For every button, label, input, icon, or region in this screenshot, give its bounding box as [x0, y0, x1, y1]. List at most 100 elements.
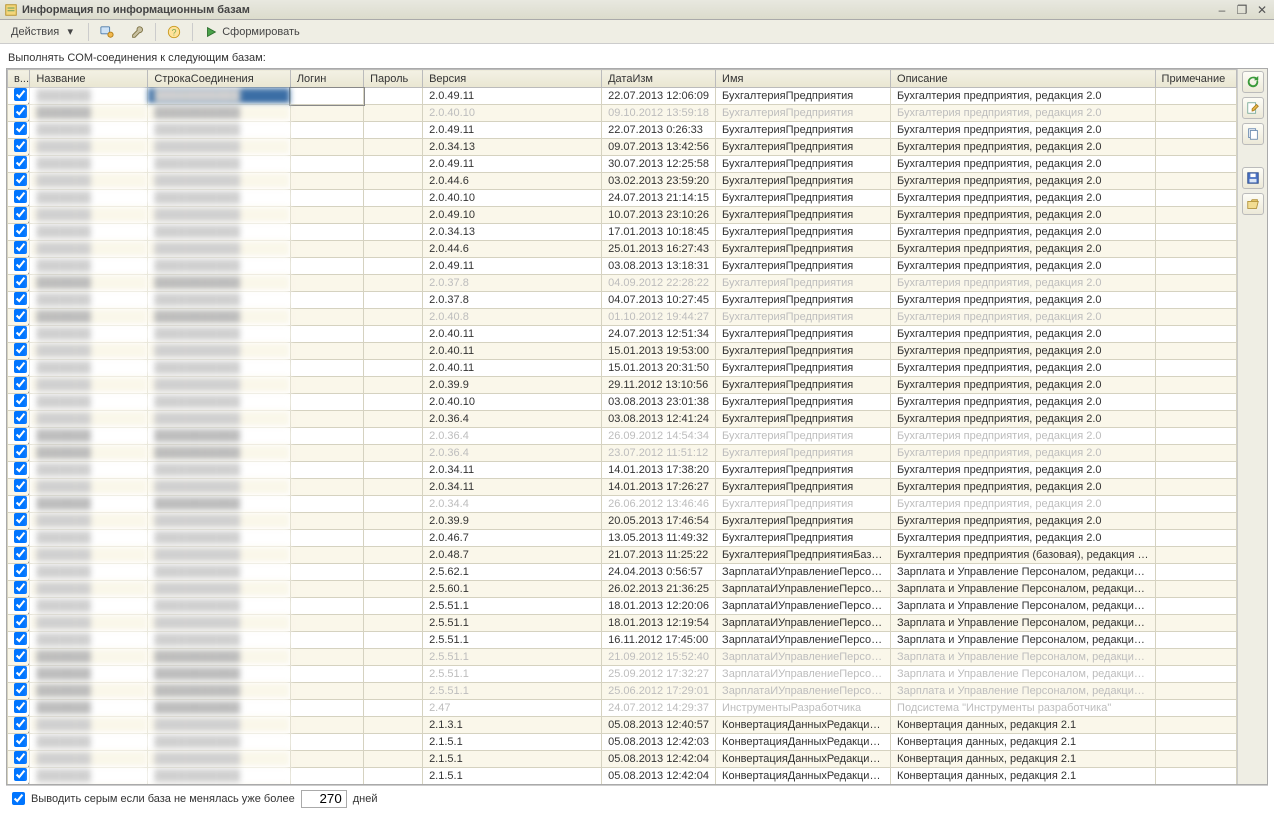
cell-password[interactable]	[364, 309, 423, 326]
cell-date[interactable]: 24.07.2013 21:14:15	[602, 190, 716, 207]
cell-version[interactable]: 2.0.46.7	[423, 530, 602, 547]
actions-menu-button[interactable]: Действия ▾	[4, 22, 84, 42]
cell-description[interactable]: Зарплата и Управление Персоналом, редакц…	[891, 666, 1156, 683]
cell-login[interactable]	[290, 547, 363, 564]
cell-description[interactable]: Бухгалтерия предприятия, редакция 2.0	[891, 275, 1156, 292]
cell-implementation[interactable]: БухгалтерияПредприятия	[716, 445, 891, 462]
cell-connection[interactable]: ███████████	[148, 411, 290, 428]
table-row[interactable]: ██████████████████2.0.40.801.10.2012 19:…	[8, 309, 1237, 326]
cell-password[interactable]	[364, 768, 423, 785]
row-checkbox[interactable]	[14, 632, 27, 645]
cell-date[interactable]: 05.08.2013 12:42:03	[602, 734, 716, 751]
cell-name[interactable]: ███████	[30, 105, 148, 122]
cell-connection[interactable]: ███████████	[148, 462, 290, 479]
cell-version[interactable]: 2.47	[423, 700, 602, 717]
cell-login[interactable]	[290, 496, 363, 513]
cell-version[interactable]: 2.0.40.8	[423, 309, 602, 326]
cell-login[interactable]	[290, 479, 363, 496]
cell-login[interactable]	[290, 649, 363, 666]
row-checkbox[interactable]	[14, 683, 27, 696]
cell-date[interactable]: 26.02.2013 21:36:25	[602, 581, 716, 598]
cell-login[interactable]	[290, 530, 363, 547]
cell-implementation[interactable]: БухгалтерияПредприятия	[716, 343, 891, 360]
cell-connection[interactable]: ███████████	[148, 190, 290, 207]
table-row[interactable]: ██████████████████2.0.40.1009.10.2012 13…	[8, 105, 1237, 122]
row-checkbox-cell[interactable]	[8, 598, 30, 615]
col-date[interactable]: ДатаИзм	[602, 70, 716, 88]
cell-name[interactable]: ███████	[30, 190, 148, 207]
row-checkbox-cell[interactable]	[8, 190, 30, 207]
cell-password[interactable]	[364, 496, 423, 513]
cell-name[interactable]: ███████	[30, 428, 148, 445]
row-checkbox-cell[interactable]	[8, 258, 30, 275]
cell-note[interactable]	[1155, 394, 1236, 411]
dim-threshold-checkbox[interactable]: Выводить серым если база не менялась уже…	[12, 792, 295, 805]
row-checkbox-cell[interactable]	[8, 496, 30, 513]
cell-connection[interactable]: ███████████	[148, 496, 290, 513]
cell-description[interactable]: Бухгалтерия предприятия, редакция 2.0	[891, 479, 1156, 496]
cell-connection[interactable]: ███████████	[148, 258, 290, 275]
tool-icon-2-button[interactable]	[123, 22, 151, 42]
cell-date[interactable]: 22.07.2013 12:06:09	[602, 88, 716, 105]
table-row[interactable]: ██████████████████2.0.40.1124.07.2013 12…	[8, 326, 1237, 343]
cell-login[interactable]	[290, 445, 363, 462]
cell-version[interactable]: 2.0.36.4	[423, 428, 602, 445]
cell-description[interactable]: Бухгалтерия предприятия, редакция 2.0	[891, 428, 1156, 445]
cell-login[interactable]	[290, 462, 363, 479]
cell-login[interactable]	[290, 122, 363, 139]
table-row[interactable]: ██████████████████2.0.49.1103.08.2013 13…	[8, 258, 1237, 275]
col-connection[interactable]: СтрокаСоединения	[148, 70, 290, 88]
cell-implementation[interactable]: БухгалтерияПредприятия	[716, 207, 891, 224]
row-checkbox[interactable]	[14, 411, 27, 424]
table-row[interactable]: ██████████████████2.0.36.426.09.2012 14:…	[8, 428, 1237, 445]
cell-implementation[interactable]: БухгалтерияПредприятия	[716, 224, 891, 241]
cell-date[interactable]: 21.07.2013 11:25:22	[602, 547, 716, 564]
table-row[interactable]: ██████████████████2.4724.07.2012 14:29:3…	[8, 700, 1237, 717]
cell-name[interactable]: ███████	[30, 768, 148, 785]
cell-connection[interactable]: ███████████	[148, 275, 290, 292]
cell-description[interactable]: Конвертация данных, редакция 2.1	[891, 717, 1156, 734]
cell-login[interactable]	[290, 224, 363, 241]
cell-name[interactable]: ███████	[30, 717, 148, 734]
cell-password[interactable]	[364, 326, 423, 343]
cell-note[interactable]	[1155, 207, 1236, 224]
cell-version[interactable]: 2.0.40.10	[423, 394, 602, 411]
table-row[interactable]: ██████████████████2.5.51.116.11.2012 17:…	[8, 632, 1237, 649]
cell-version[interactable]: 2.0.44.6	[423, 241, 602, 258]
table-row[interactable]: ██████████████████2.0.40.1024.07.2013 21…	[8, 190, 1237, 207]
cell-implementation[interactable]: ЗарплатаИУправлениеПерсоналом	[716, 666, 891, 683]
cell-login[interactable]	[290, 309, 363, 326]
cell-note[interactable]	[1155, 360, 1236, 377]
cell-login[interactable]	[290, 173, 363, 190]
cell-name[interactable]: ███████	[30, 207, 148, 224]
cell-name[interactable]: ███████	[30, 241, 148, 258]
table-row[interactable]: ██████████████████2.5.60.126.02.2013 21:…	[8, 581, 1237, 598]
cell-password[interactable]	[364, 411, 423, 428]
cell-description[interactable]: Подсистема "Инструменты разработчика"	[891, 700, 1156, 717]
cell-description[interactable]: Бухгалтерия предприятия, редакция 2.0	[891, 258, 1156, 275]
cell-name[interactable]: ███████	[30, 122, 148, 139]
cell-date[interactable]: 10.07.2013 23:10:26	[602, 207, 716, 224]
edit-button[interactable]	[1242, 97, 1264, 119]
row-checkbox-cell[interactable]	[8, 343, 30, 360]
cell-name[interactable]: ███████	[30, 377, 148, 394]
cell-version[interactable]: 2.0.40.11	[423, 360, 602, 377]
cell-date[interactable]: 14.01.2013 17:38:20	[602, 462, 716, 479]
cell-description[interactable]: Зарплата и Управление Персоналом, редакц…	[891, 564, 1156, 581]
cell-name[interactable]: ███████	[30, 360, 148, 377]
cell-description[interactable]: Бухгалтерия предприятия, редакция 2.0	[891, 462, 1156, 479]
cell-connection[interactable]: ███████████	[148, 326, 290, 343]
cell-implementation[interactable]: БухгалтерияПредприятия	[716, 88, 891, 105]
cell-name[interactable]: ███████	[30, 173, 148, 190]
cell-implementation[interactable]: ЗарплатаИУправлениеПерсоналом	[716, 564, 891, 581]
cell-implementation[interactable]: БухгалтерияПредприятия	[716, 462, 891, 479]
col-implementation[interactable]: Имя	[716, 70, 891, 88]
cell-name[interactable]: ███████	[30, 445, 148, 462]
cell-date[interactable]: 26.06.2012 13:46:46	[602, 496, 716, 513]
row-checkbox[interactable]	[14, 462, 27, 475]
cell-password[interactable]	[364, 394, 423, 411]
cell-connection[interactable]: ███████████	[148, 173, 290, 190]
cell-description[interactable]: Конвертация данных, редакция 2.1	[891, 751, 1156, 768]
cell-implementation[interactable]: БухгалтерияПредприятия	[716, 411, 891, 428]
row-checkbox[interactable]	[14, 428, 27, 441]
